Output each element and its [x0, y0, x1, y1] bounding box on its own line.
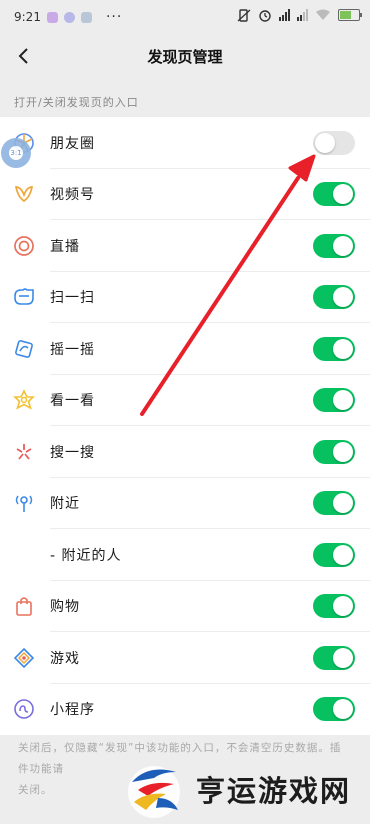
section-label: 打开/关闭发现页的入口: [14, 96, 139, 109]
app-notification-icon: [63, 11, 75, 23]
list-item-nearby[interactable]: 附近: [0, 478, 370, 530]
footnote-tail: 关闭。: [18, 784, 53, 796]
list-item-label: 扫一扫: [50, 290, 95, 307]
toggle-knob: [333, 493, 353, 514]
toggle-live[interactable]: [313, 233, 355, 258]
toggle-knob: [333, 235, 353, 256]
toggle-knob: [333, 544, 353, 565]
app-notification-icon: [80, 11, 92, 23]
list-item-label: 视频号: [50, 187, 95, 204]
toggle-people-nearby[interactable]: [313, 542, 355, 567]
toggle-knob: [333, 699, 353, 720]
list-item-label: 购物: [50, 599, 80, 616]
toggle-channels[interactable]: [313, 182, 355, 207]
toggle-knob: [333, 287, 353, 308]
list-item-games[interactable]: 游戏: [0, 632, 370, 684]
toggle-shake[interactable]: [313, 336, 355, 361]
channels-icon: [12, 182, 36, 206]
floating-bubble[interactable]: 3:1: [1, 138, 31, 168]
list-item-shake[interactable]: 摇一摇: [0, 323, 370, 375]
battery-cap: [360, 13, 362, 17]
app-notification-icon: [46, 11, 58, 23]
list-item-shopping[interactable]: 购物: [0, 581, 370, 633]
list-item-label: 摇一摇: [50, 341, 95, 358]
battery-level: [340, 11, 351, 19]
shopping-icon: [12, 594, 36, 618]
toggle-mini-programs[interactable]: [313, 697, 355, 722]
list-item-people-nearby[interactable]: - 附近的人: [0, 529, 370, 581]
list-item-channels[interactable]: 视频号: [0, 169, 370, 221]
signal-icon: [279, 9, 290, 21]
search-icon: [12, 440, 36, 464]
list-item-label: 游戏: [50, 650, 80, 667]
page-title: 发现页管理: [147, 48, 223, 66]
top-stories-icon: [12, 388, 36, 412]
list-item-label: 小程序: [50, 702, 95, 719]
nav-bar: 发现页管理: [0, 34, 370, 78]
list-item-mini-programs[interactable]: 小程序: [0, 684, 370, 736]
toggle-knob: [333, 184, 353, 205]
watermark: 亨运游戏网: [118, 756, 370, 822]
toggle-knob: [333, 596, 353, 617]
watermark-logo: [118, 758, 194, 820]
floating-bubble-label: 3:1: [9, 146, 23, 160]
list-item-label: - 附近的人: [50, 547, 122, 564]
list-item-live[interactable]: 直播: [0, 220, 370, 272]
toggle-top-stories[interactable]: [313, 388, 355, 413]
toggle-search[interactable]: [313, 439, 355, 464]
more-notifications-icon: ···: [105, 9, 123, 25]
list-item-search[interactable]: 搜一搜: [0, 426, 370, 478]
vibrate-icon: [237, 8, 251, 22]
list-item-label: 附近: [50, 496, 80, 513]
toggle-knob: [315, 132, 335, 153]
toggle-games[interactable]: [313, 645, 355, 670]
list-item-label: 看一看: [50, 393, 95, 410]
list-item-moments[interactable]: 朋友圈: [0, 117, 370, 169]
list-item-scan[interactable]: 扫一扫: [0, 272, 370, 324]
toggle-knob: [333, 647, 353, 668]
status-time: 9:21: [14, 10, 41, 24]
list-item-top-stories[interactable]: 看一看: [0, 375, 370, 427]
list-item-label: 搜一搜: [50, 444, 95, 461]
toggle-knob: [333, 390, 353, 411]
alarm-icon: [259, 10, 271, 22]
games-icon: [12, 646, 36, 670]
list-item-label: 朋友圈: [50, 135, 95, 152]
toggle-moments[interactable]: [313, 130, 355, 155]
watermark-text: 亨运游戏网: [196, 774, 352, 808]
toggle-nearby[interactable]: [313, 491, 355, 516]
toggle-shopping[interactable]: [313, 594, 355, 619]
scan-icon: [12, 285, 36, 309]
list-item-label: 直播: [50, 238, 80, 255]
nearby-icon: [12, 491, 36, 515]
toggle-knob: [333, 441, 353, 462]
discover-entries-list: 朋友圈 视频号 直播 扫一扫 摇一摇 看一看 搜一搜 附近 - 附近的人 购物 …: [0, 117, 370, 735]
signal-icon: [297, 9, 308, 21]
status-bar: 9:21 ···: [0, 0, 370, 34]
wifi-icon: [316, 9, 330, 20]
mini-programs-icon: [12, 697, 36, 721]
toggle-scan[interactable]: [313, 285, 355, 310]
battery-icon: [338, 9, 362, 21]
shake-icon: [12, 337, 36, 361]
live-icon: [12, 234, 36, 258]
toggle-knob: [333, 338, 353, 359]
